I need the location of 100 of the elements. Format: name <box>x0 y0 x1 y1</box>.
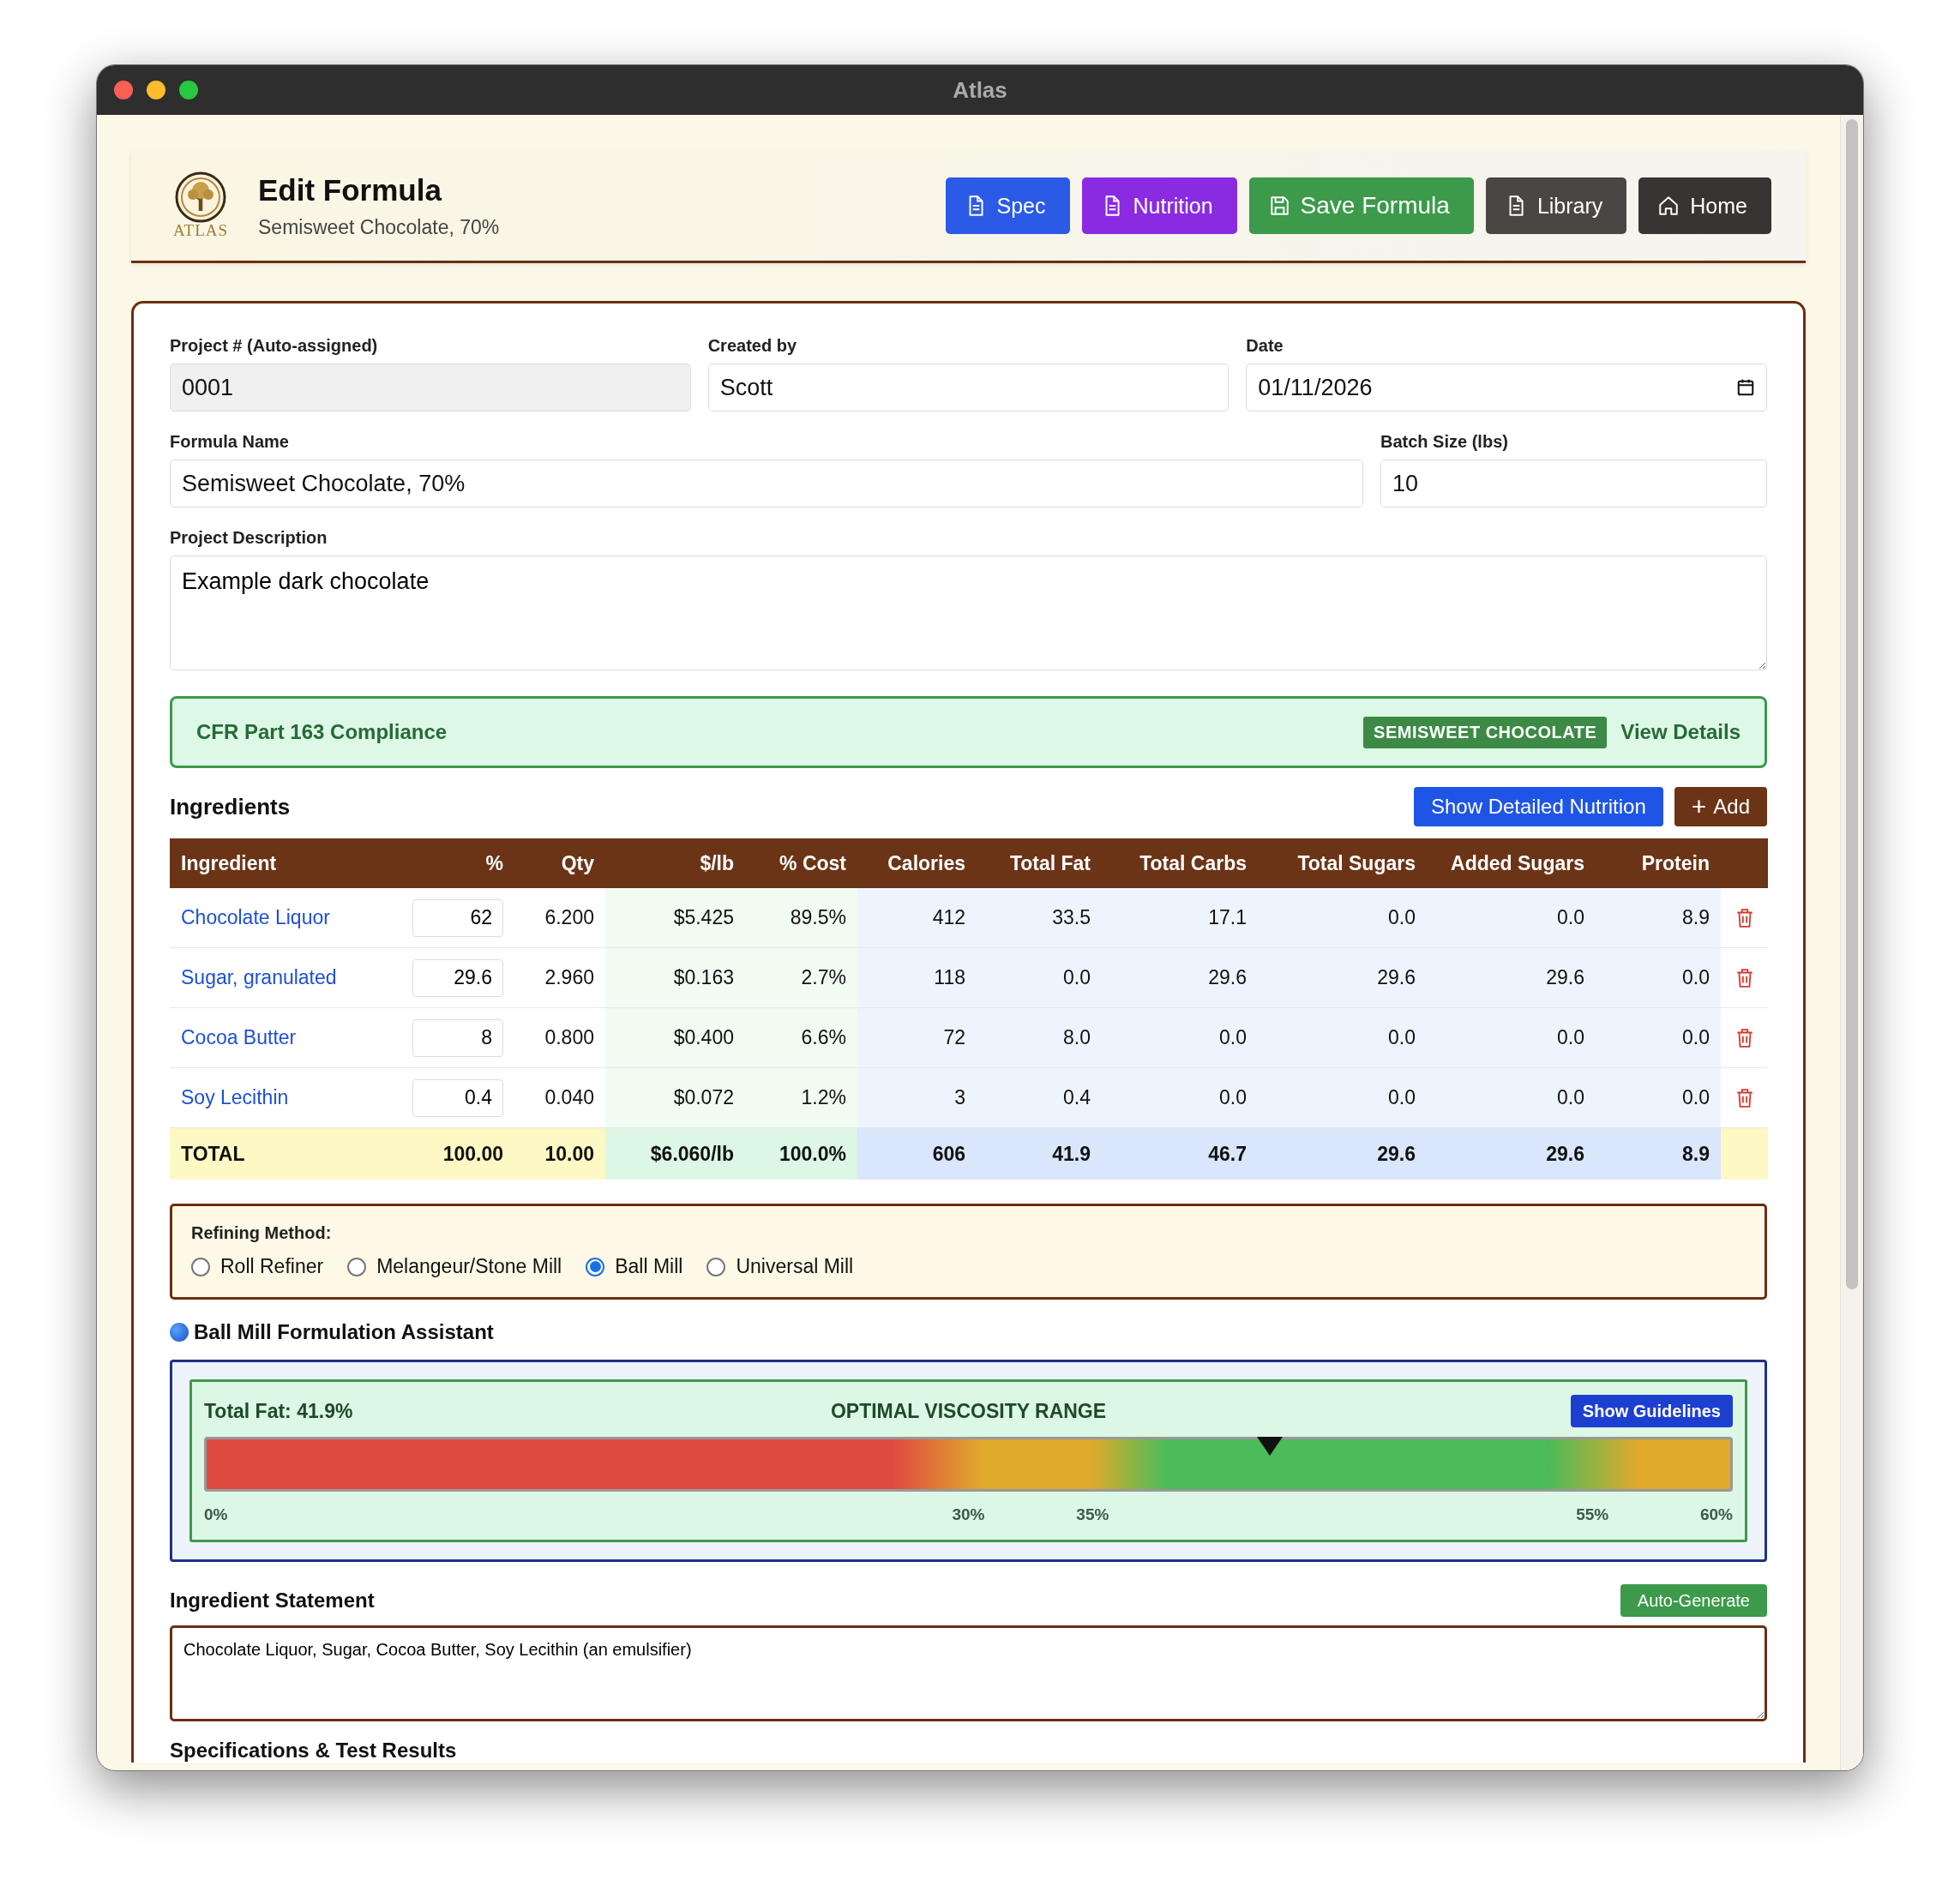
scale-label: 55% <box>1576 1505 1609 1524</box>
table-cell: 0.0 <box>1388 906 1416 928</box>
tree-logo-icon <box>175 171 226 223</box>
column-header: Ingredient <box>181 851 277 874</box>
table-cell: 2.960 <box>544 966 594 988</box>
radio-button[interactable] <box>706 1257 726 1276</box>
field-label: Project # (Auto-assigned) <box>170 336 379 356</box>
header-button[interactable]: Home <box>1638 177 1771 234</box>
table-cell: 2.7% <box>801 966 846 988</box>
text-field[interactable]: 10 <box>1380 459 1767 508</box>
table-cell: 0.0 <box>1388 1086 1416 1108</box>
column-header: % Cost <box>779 851 846 874</box>
home-icon <box>1657 195 1680 217</box>
table-cell: $0.072 <box>673 1086 734 1108</box>
viscosity-status: OPTIMAL VISCOSITY RANGE <box>830 1399 1107 1423</box>
table-cell: 0.0 <box>1063 966 1091 988</box>
description-field[interactable]: Example dark chocolate <box>170 556 1767 670</box>
column-header: Total Fat <box>1009 851 1091 874</box>
refining-label: Refining Method: <box>191 1223 333 1243</box>
statement-field[interactable]: Chocolate Liquor, Sugar, Cocoa Butter, Soy Lecithin (an emulsifier) <box>170 1625 1767 1721</box>
ingredient-link[interactable]: Chocolate Liquor <box>181 906 330 928</box>
header-button[interactable]: Save Formula <box>1248 177 1474 234</box>
view-details-link[interactable]: View Details <box>1620 720 1741 744</box>
total-cell: 100.0% <box>779 1142 846 1165</box>
column-header: Qty <box>561 851 594 874</box>
dot-icon <box>170 1323 189 1342</box>
minimize-window-button[interactable] <box>147 81 165 99</box>
total-cell: 29.6 <box>1377 1142 1416 1165</box>
scale-label: 35% <box>1076 1505 1109 1524</box>
table-cell: 29.6 <box>1208 966 1247 988</box>
fat-reading: Total Fat: 41.9% <box>204 1399 353 1423</box>
section-heading: Ball Mill Formulation Assistant <box>194 1320 494 1344</box>
radio-button[interactable] <box>191 1257 210 1276</box>
column-header: Calories <box>887 851 965 874</box>
column-header: Total Sugars <box>1297 851 1416 874</box>
add-button[interactable]: + Add <box>1674 787 1767 826</box>
table-cell: 72 <box>943 1026 965 1048</box>
table-cell: 6.6% <box>801 1026 846 1048</box>
table-cell: 6.200 <box>544 906 594 928</box>
field-label: Date <box>1246 336 1284 356</box>
logo-text: ATLAS <box>172 221 229 240</box>
percent-field[interactable]: 29.6 <box>412 958 503 997</box>
total-cell: 29.6 <box>1546 1142 1584 1165</box>
scrollbar-thumb[interactable] <box>1846 119 1858 1289</box>
percent-field[interactable]: 8 <box>412 1018 503 1057</box>
table-cell: 0.0 <box>1557 906 1584 928</box>
section-heading: Ingredients <box>170 793 292 820</box>
column-header: Protein <box>1641 851 1710 874</box>
ingredient-link[interactable]: Soy Lecithin <box>181 1086 289 1108</box>
scale-label: 60% <box>1699 1505 1733 1524</box>
nutrition-button[interactable]: Show Detailed Nutrition <box>1413 787 1663 826</box>
radio-option[interactable]: Melangeur/Stone Mill <box>347 1255 562 1278</box>
table-cell: 33.5 <box>1052 906 1091 928</box>
zoom-window-button[interactable] <box>179 81 198 99</box>
header-button[interactable]: Nutrition <box>1081 177 1237 234</box>
field-label: Created by <box>707 336 798 356</box>
ingredient-link[interactable]: Sugar, granulated <box>181 966 337 988</box>
table-cell: 0.0 <box>1388 1026 1416 1048</box>
percent-field[interactable]: 62 <box>412 898 503 937</box>
section-heading: Ingredient Statement <box>170 1589 376 1613</box>
calendar-icon[interactable] <box>1736 378 1755 397</box>
radio-button[interactable] <box>347 1257 367 1276</box>
table-cell: $0.163 <box>673 966 734 988</box>
close-window-button[interactable] <box>114 81 133 99</box>
table-cell: 0.0 <box>1219 1086 1247 1108</box>
table-cell: 1.2% <box>801 1086 846 1108</box>
header-button[interactable]: Library <box>1485 177 1627 234</box>
field-label: Formula Name <box>170 432 290 452</box>
column-header: Added Sugars <box>1451 851 1584 874</box>
table-cell: 0.0 <box>1682 1026 1710 1048</box>
table-cell: 29.6 <box>1546 966 1584 988</box>
radio-option[interactable]: Ball Mill <box>586 1255 683 1278</box>
ingredient-link[interactable]: Cocoa Butter <box>181 1026 297 1048</box>
text-field[interactable]: Semisweet Chocolate, 70% <box>170 459 1363 508</box>
table-cell: 89.5% <box>790 906 846 928</box>
table-cell: 8.9 <box>1682 906 1710 928</box>
table-cell: 29.6 <box>1377 966 1416 988</box>
guidelines-button[interactable]: Show Guidelines <box>1570 1395 1733 1427</box>
trash-icon[interactable] <box>1735 1087 1754 1108</box>
column-header: $/lb <box>700 851 734 874</box>
text-field[interactable]: Scott <box>707 363 1230 411</box>
date-field[interactable]: 01/11/2026 <box>1246 363 1767 411</box>
trash-icon[interactable] <box>1735 907 1754 928</box>
percent-field[interactable]: 0.4 <box>412 1078 503 1117</box>
table-cell: 3 <box>954 1086 965 1108</box>
radio-option[interactable]: Roll Refiner <box>191 1255 324 1278</box>
trash-icon[interactable] <box>1735 967 1754 988</box>
total-cell: 10.00 <box>544 1142 594 1165</box>
table-cell: 0.040 <box>544 1086 594 1108</box>
field-label: Batch Size (lbs) <box>1380 432 1509 452</box>
table-cell: 0.0 <box>1557 1026 1584 1048</box>
radio-button[interactable] <box>586 1257 605 1276</box>
header-button[interactable]: Spec <box>945 177 1070 234</box>
standard-badge: SEMISWEET CHOCOLATE <box>1363 716 1608 748</box>
auto-generate-button[interactable]: Auto-Generate <box>1620 1584 1767 1617</box>
table-cell: 118 <box>934 966 965 988</box>
page-title: Edit Formula <box>258 172 443 207</box>
radio-option[interactable]: Universal Mill <box>706 1255 854 1278</box>
trash-icon[interactable] <box>1735 1027 1754 1048</box>
table-cell: 0.0 <box>1219 1026 1247 1048</box>
